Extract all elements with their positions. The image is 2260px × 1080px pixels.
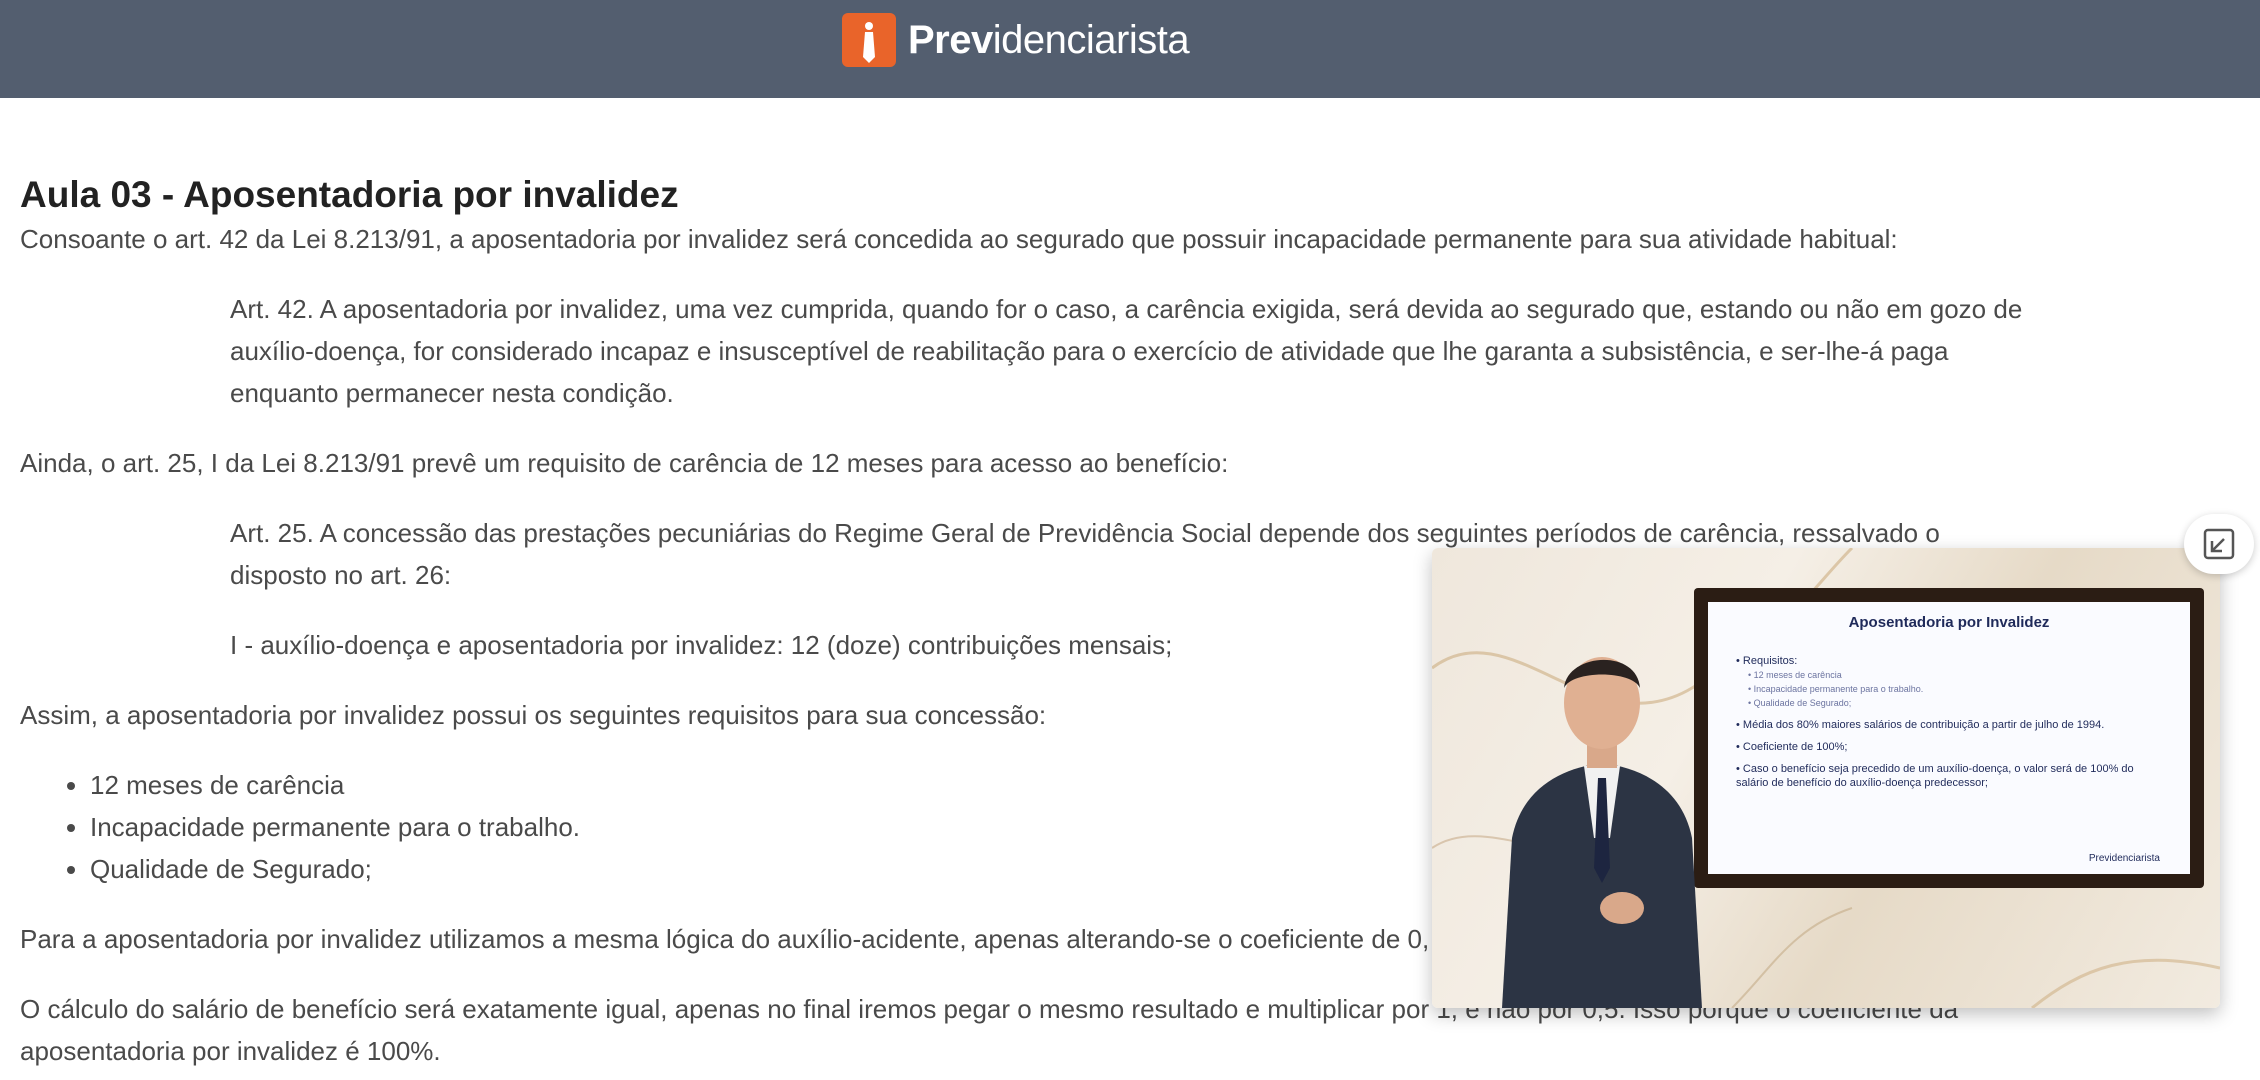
brand-prefix: Prev <box>908 17 993 62</box>
list-item: Qualidade de Segurado; <box>90 848 580 890</box>
slide-subitem: • 12 meses de carência <box>1748 670 1842 680</box>
slide-bullets: • Requisitos: • 12 meses de carência • I… <box>1736 654 2156 790</box>
slide-brand: Previdenciarista <box>2088 853 2160 864</box>
requirements-intro: Assim, a aposentadoria por invalidez pos… <box>20 700 1047 730</box>
intro-paragraph: Consoante o art. 42 da Lei 8.213/91, a a… <box>20 224 1898 254</box>
slide-item: • Média dos 80% maiores salários de cont… <box>1736 719 2105 731</box>
brand-name: Previdenciarista <box>908 17 1190 63</box>
slide-item: • Requisitos: <box>1736 655 1798 667</box>
slide-title: Aposentadoria por Invalidez <box>1848 614 2050 631</box>
floating-video-player[interactable]: Aposentadoria por Invalidez • Requisitos… <box>1432 548 2220 1008</box>
slide-subitem: • Incapacidade permanente para o trabalh… <box>1748 684 1924 694</box>
slide-item: • Caso o benefício seja precedido de um … <box>1736 763 2134 789</box>
slide-item: • Coeficiente de 100%; <box>1736 741 1848 753</box>
page-title: Aula 03 - Aposentadoria por invalidez <box>20 174 679 215</box>
list-item: 12 meses de carência <box>90 764 580 806</box>
top-header-bar: Previdenciarista <box>0 0 2260 98</box>
brand-suffix: idenciarista <box>992 17 1190 62</box>
presentation-slide: Aposentadoria por Invalidez • Requisitos… <box>1708 602 2190 874</box>
slide-subitem: • Qualidade de Segurado; <box>1748 698 1852 708</box>
brand-logo[interactable]: Previdenciarista <box>842 12 1190 68</box>
paragraph-art-25: Ainda, o art. 25, I da Lei 8.213/91 prev… <box>20 448 1229 478</box>
tie-logo-icon <box>842 13 896 67</box>
coefficient-paragraph: Para a aposentadoria por invalidez utili… <box>20 924 1430 954</box>
requirements-list: 12 meses de carência Incapacidade perman… <box>20 764 580 890</box>
list-item: Incapacidade permanente para o trabalho. <box>90 806 580 848</box>
article-content: Aula 03 - Aposentadoria por invalidez Co… <box>20 170 2022 1066</box>
quote-art-42: Art. 42. A aposentadoria por invalidez, … <box>230 294 2023 408</box>
expand-icon <box>2203 528 2235 560</box>
tv-screen-frame: Aposentadoria por Invalidez • Requisitos… <box>1694 588 2204 888</box>
presenter-figure <box>1502 657 1702 1008</box>
expand-video-button[interactable] <box>2184 514 2254 574</box>
